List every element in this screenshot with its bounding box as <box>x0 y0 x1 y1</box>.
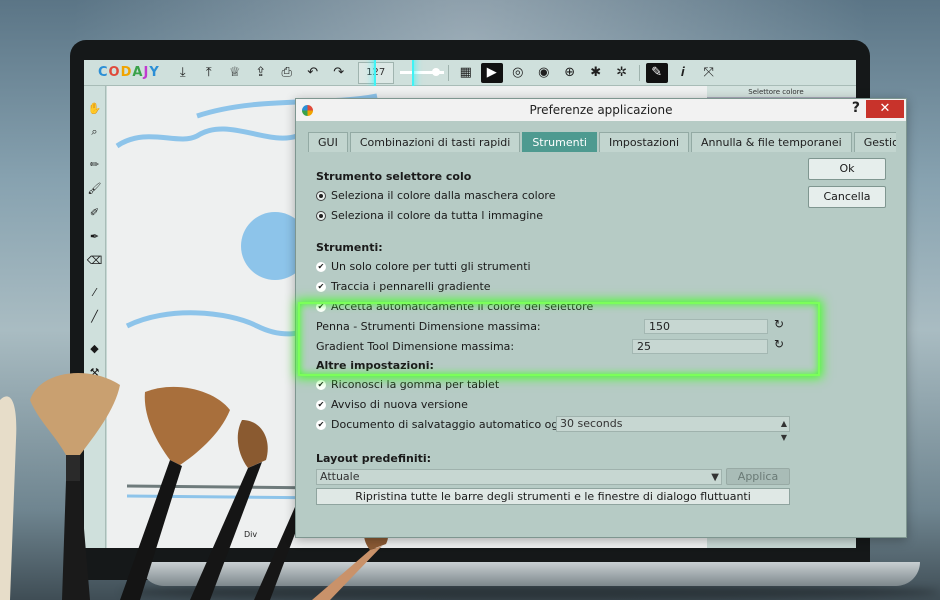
globe-icon[interactable]: ⊕ <box>559 63 581 83</box>
checkmark-icon[interactable]: ✔ <box>316 281 326 292</box>
help-icon[interactable]: ? <box>852 100 860 116</box>
gallery-icon[interactable]: ♕ <box>224 63 246 83</box>
brush-2 <box>30 373 120 600</box>
autosave-interval-value: 30 seconds <box>560 417 623 430</box>
reset-toolbars-button[interactable]: Ripristina tutte le barre degli strument… <box>316 488 790 505</box>
cancel-button[interactable]: Cancella <box>808 186 886 208</box>
export-icon[interactable]: ⤒ <box>198 63 220 83</box>
ok-button[interactable]: Ok <box>808 158 886 180</box>
tab-0[interactable]: GUI <box>308 132 348 152</box>
radio-label: Seleziona il colore da tutta l immagine <box>331 209 543 222</box>
checkbox-gradient-markers[interactable]: ✔ Traccia i pennarelli gradiente <box>316 280 491 293</box>
layout-selected-value: Attuale <box>320 470 360 483</box>
radio-button[interactable] <box>316 190 326 201</box>
checkbox-label: Avviso di nuova versione <box>331 398 468 411</box>
layout-section-title: Layout predefiniti: <box>316 452 432 465</box>
dialog-titlebar: Preferenze applicazione ? ✕ <box>296 99 906 121</box>
frames-icon[interactable]: ▦ <box>455 63 477 83</box>
dropdown-arrow-icon[interactable]: ▼ <box>711 471 719 485</box>
brush-1 <box>0 396 17 600</box>
upload-icon[interactable]: ⇪ <box>250 63 272 83</box>
tab-4[interactable]: Annulla & file temporanei <box>691 132 852 152</box>
radio-color-mask[interactable]: Seleziona il colore dalla maschera color… <box>316 189 555 202</box>
eraser-icon[interactable]: ⌫ <box>86 251 104 269</box>
fullscreen-icon[interactable]: ⤧ <box>698 63 720 83</box>
stroke-icon[interactable]: ╱ <box>86 307 104 325</box>
color-picker-section-title: Strumento selettore colo <box>316 170 472 183</box>
radio-whole-image[interactable]: Seleziona il colore da tutta l immagine <box>316 209 543 222</box>
pen-mode-icon[interactable]: ✎ <box>645 62 668 83</box>
redo-icon[interactable]: ↷ <box>328 63 350 83</box>
checkbox-label: Traccia i pennarelli gradiente <box>331 280 491 293</box>
checkbox-single-color[interactable]: ✔ Un solo colore per tutti gli strumenti <box>316 260 531 273</box>
radio-button[interactable] <box>316 210 326 221</box>
pen-icon[interactable]: ✒ <box>86 227 104 245</box>
color-selector-panel-title: Selettore colore <box>696 86 856 98</box>
tab-strip: GUI Combinazioni di tasti rapidi Strumenti… <box>308 132 896 152</box>
view-icon[interactable]: ◉ <box>533 63 555 83</box>
marker-icon[interactable]: ✐ <box>86 203 104 221</box>
blue-stroke <box>125 310 323 337</box>
line-icon[interactable]: ⁄ <box>86 283 104 301</box>
checkmark-icon[interactable]: ✔ <box>316 379 326 390</box>
hand-icon[interactable]: ✋ <box>86 99 104 117</box>
apply-layout-button[interactable]: Applica <box>726 468 790 485</box>
checkbox-label: Riconosci la gomma per tablet <box>331 378 500 391</box>
import-icon[interactable]: ⤓ <box>172 63 194 83</box>
fill-icon[interactable]: ◆ <box>86 339 104 357</box>
zoom-icon[interactable]: ⌕ <box>86 123 104 141</box>
spin-arrows-icon[interactable]: ▲ ▼ <box>781 417 787 445</box>
dialog-title: Preferenze applicazione <box>529 103 673 117</box>
settings-icon[interactable]: ✲ <box>611 63 633 83</box>
app-logo: CODAJY <box>98 65 160 80</box>
info-icon[interactable]: 𝒊 <box>672 63 694 83</box>
layout-select[interactable]: Attuale ▼ <box>316 469 722 485</box>
blue-stroke <box>115 126 324 178</box>
checkmark-icon[interactable]: ✔ <box>316 399 326 410</box>
checkbox-label: Documento di salvataggio automatico ogni… <box>331 418 573 431</box>
toolbar-divider <box>638 64 640 81</box>
max-size-highlight <box>298 302 820 376</box>
radio-label: Seleziona il colore dalla maschera color… <box>331 189 556 202</box>
tab-1[interactable]: Combinazioni di tasti rapidi <box>349 132 521 152</box>
tab-5[interactable]: Gestione della librer <box>853 132 896 152</box>
undo-icon[interactable]: ↶ <box>302 63 324 83</box>
checkmark-icon[interactable]: ✔ <box>316 261 326 272</box>
tools-section-title: Strumenti: <box>316 241 383 254</box>
play-icon[interactable]: ▶ <box>480 62 503 83</box>
star-icon[interactable]: ✱ <box>585 63 607 83</box>
tab-2[interactable]: Strumenti <box>522 132 597 152</box>
checkbox-autosave[interactable]: ✔ Documento di salvataggio automatico og… <box>316 418 572 431</box>
checkbox-tablet-eraser[interactable]: ✔ Riconosci la gomma per tablet <box>316 378 499 391</box>
checkbox-label: Un solo colore per tutti gli strumenti <box>331 260 531 273</box>
print-icon[interactable]: ⎙ <box>276 63 298 83</box>
pencil-icon[interactable]: ✏ <box>86 155 104 173</box>
brush-icon[interactable]: 🖌 <box>86 179 104 197</box>
close-button[interactable]: ✕ <box>866 100 904 118</box>
toolbar-divider <box>447 64 449 81</box>
main-toolbar: CODAJY ⤓ ⤒ ♕ ⇪ ⎙ ↶ ↷ 127 ▦ ▶ ◎ ◉ ⊕ ✱ ✲ ✎… <box>84 60 856 96</box>
autosave-interval-spinbox[interactable]: 30 seconds ▲ ▼ <box>556 416 790 442</box>
checkbox-new-version-alert[interactable]: ✔ Avviso di nuova versione <box>316 398 468 411</box>
tab-3[interactable]: Impostazioni <box>598 132 689 152</box>
onion-skin-icon[interactable]: ◎ <box>507 63 529 83</box>
checkmark-icon[interactable]: ✔ <box>316 419 326 430</box>
